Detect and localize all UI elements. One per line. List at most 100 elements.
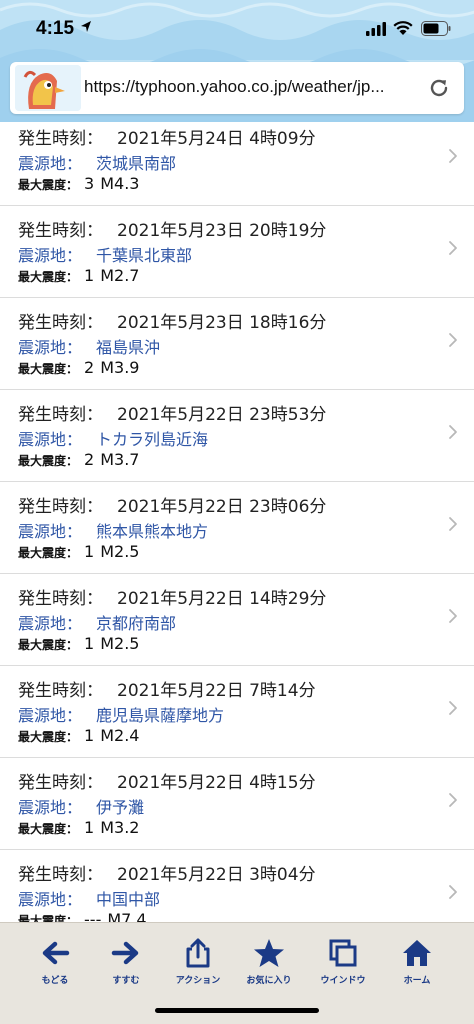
url-text[interactable]: https://typhoon.yahoo.co.jp/weather/jp..… [84,77,424,97]
epicenter[interactable]: 震源地： 茨城県南部 [18,150,176,174]
occurrence-time-label: 発生時刻： [18,497,103,517]
max-intensity: 最大震度： 1 M2.7 [18,266,139,285]
earthquake-list-item[interactable]: 発生時刻： 2021年5月22日 3時04分 震源地： 中国中部 最大震度： --- M… [0,850,474,922]
action-button[interactable]: アクション [161,937,235,986]
max-intensity-label: 最大震度： [18,362,79,376]
epicenter[interactable]: 震源地： 京都府南部 [18,610,176,634]
epicenter-label: 震源地： [18,522,83,541]
epicenter-label: 震源地： [18,430,83,449]
action-label: アクション [175,976,221,986]
favorites-button[interactable]: お気に入り [232,937,306,986]
home-button[interactable]: ホーム [380,937,454,986]
epicenter-value[interactable]: 茨城県南部 [96,154,176,173]
chevron-right-icon [449,885,457,899]
occurrence-time-value: 2021年5月22日 23時06分 [117,497,327,517]
home-icon [403,940,431,966]
max-intensity-value: 1 [84,266,95,285]
max-intensity-value: 2 [84,358,95,377]
earthquake-list-item[interactable]: 発生時刻： 2021年5月24日 4時09分 震源地： 茨城県南部 最大震度： 3 M4… [0,122,474,206]
epicenter-value[interactable]: 京都府南部 [96,614,176,633]
earthquake-list-item[interactable]: 発生時刻： 2021年5月22日 4時15分 震源地： 伊予灘 最大震度： 1 M3.2 [0,758,474,850]
magnitude-value: M2.5 [100,542,140,561]
max-intensity: 最大震度： 1 M3.2 [18,818,139,837]
epicenter-value[interactable]: 伊予灘 [96,798,144,817]
epicenter[interactable]: 震源地： 千葉県北東部 [18,242,192,266]
epicenter-value[interactable]: 福島県沖 [96,338,160,357]
forward-label: すすむ [112,976,140,986]
epicenter[interactable]: 震源地： 鹿児島県薩摩地方 [18,702,224,726]
occurrence-time-value: 2021年5月23日 18時16分 [117,313,327,333]
epicenter[interactable]: 震源地： 熊本県熊本地方 [18,518,208,542]
max-intensity-value: 2 [84,450,95,469]
epicenter-value[interactable]: 熊本県熊本地方 [96,522,208,541]
max-intensity: 最大震度： 1 M2.4 [18,726,139,745]
status-bar: 4:15 [0,0,474,58]
star-icon [254,939,284,967]
home-label: ホーム [403,976,431,986]
earthquake-list-item[interactable]: 発生時刻： 2021年5月22日 23時06分 震源地： 熊本県熊本地方 最大震度：… [0,482,474,574]
occurrence-time-value: 2021年5月22日 14時29分 [117,589,327,609]
occurrence-time: 発生時刻： 2021年5月23日 20時19分 [18,216,326,241]
occurrence-time-value: 2021年5月23日 20時19分 [117,221,327,241]
max-intensity-label: 最大震度： [18,454,79,468]
battery-icon [421,21,451,36]
chevron-right-icon [449,609,457,623]
epicenter-label: 震源地： [18,706,83,725]
favorites-label: お気に入り [246,976,292,986]
back-button[interactable]: もどる [18,937,92,986]
window-button[interactable]: ウインドウ [306,937,380,986]
max-intensity-value: 3 [84,174,95,193]
epicenter[interactable]: 震源地： 伊予灘 [18,794,144,818]
epicenter[interactable]: 震源地： 中国中部 [18,886,160,910]
earthquake-list-item[interactable]: 発生時刻： 2021年5月22日 23時53分 震源地： トカラ列島近海 最大震度：… [0,390,474,482]
earthquake-list-item[interactable]: 発生時刻： 2021年5月22日 7時14分 震源地： 鹿児島県薩摩地方 最大震度：… [0,666,474,758]
wifi-icon [393,21,413,35]
max-intensity-value: 1 [84,726,95,745]
epicenter-value[interactable]: トカラ列島近海 [96,430,208,449]
max-intensity-value: 1 [84,818,95,837]
reload-icon[interactable] [427,76,451,100]
occurrence-time: 発生時刻： 2021年5月22日 23時53分 [18,400,326,425]
chevron-right-icon [449,517,457,531]
epicenter[interactable]: 震源地： 福島県沖 [18,334,160,358]
epicenter-label: 震源地： [18,338,83,357]
earthquake-list-item[interactable]: 発生時刻： 2021年5月23日 20時19分 震源地： 千葉県北東部 最大震度： 1… [0,206,474,298]
epicenter-value[interactable]: 鹿児島県薩摩地方 [96,706,224,725]
max-intensity-value: 1 [84,542,95,561]
window-label: ウインドウ [320,976,366,986]
magnitude-value: M4.3 [100,174,140,193]
home-indicator[interactable] [155,1008,319,1013]
max-intensity: 最大震度： 1 M2.5 [18,542,139,561]
occurrence-time-label: 発生時刻： [18,865,103,885]
max-intensity: 最大震度： 1 M2.5 [18,634,139,653]
magnitude-value: M2.7 [100,266,140,285]
max-intensity-label: 最大震度： [18,914,79,922]
occurrence-time-value: 2021年5月22日 7時14分 [117,681,316,701]
epicenter-label: 震源地： [18,154,83,173]
arrow-right-icon [111,941,139,965]
epicenter-value[interactable]: 千葉県北東部 [96,246,192,265]
occurrence-time-label: 発生時刻： [18,589,103,609]
epicenter-label: 震源地： [18,798,83,817]
forward-button[interactable]: すすむ [89,937,163,986]
earthquake-list-item[interactable]: 発生時刻： 2021年5月22日 14時29分 震源地： 京都府南部 最大震度： 1 M… [0,574,474,666]
epicenter[interactable]: 震源地： トカラ列島近海 [18,426,208,450]
magnitude-value: M2.4 [100,726,140,745]
chevron-right-icon [449,701,457,715]
earthquake-list-item[interactable]: 発生時刻： 2021年5月23日 18時16分 震源地： 福島県沖 最大震度： 2 M3… [0,298,474,390]
occurrence-time: 発生時刻： 2021年5月22日 14時29分 [18,584,326,609]
earthquake-list: 発生時刻： 2021年5月24日 4時09分 震源地： 茨城県南部 最大震度： 3 M4… [0,122,474,922]
magnitude-value: M2.5 [100,634,140,653]
earthquake-list-inner: 発生時刻： 2021年5月24日 4時09分 震源地： 茨城県南部 最大震度： 3 M4… [0,122,474,922]
arrow-left-icon [42,941,70,965]
max-intensity-label: 最大震度： [18,822,79,836]
chevron-right-icon [449,241,457,255]
occurrence-time-label: 発生時刻： [18,681,103,701]
status-time: 4:15 [36,18,75,39]
max-intensity-label: 最大震度： [18,638,79,652]
address-bar[interactable]: https://typhoon.yahoo.co.jp/weather/jp..… [10,62,464,114]
epicenter-value[interactable]: 中国中部 [96,890,160,909]
max-intensity-value: --- [84,910,102,922]
back-label: もどる [41,976,69,986]
max-intensity-value: 1 [84,634,95,653]
